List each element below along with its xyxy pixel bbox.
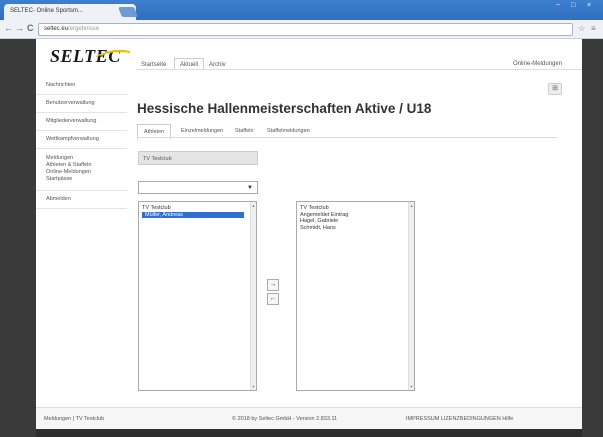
footer: Meldungen | TV Testclub © 2018 by Seltec… [36,407,582,429]
url-path: /ergebnisse [68,26,100,32]
scroll-down-icon[interactable]: ▼ [409,384,414,389]
list-item-selected[interactable]: Müller, Andreas [142,211,244,218]
page-right-margin [582,39,603,437]
athlete-filter-select[interactable]: ▼ [138,181,258,194]
browser-tab[interactable]: SELTEC- Online Sportsm... × [4,4,136,20]
online-meldungen-link[interactable]: Online-Meldungen [513,61,562,67]
list-item[interactable]: Schmidt, Hans [297,225,414,232]
sidebar-item-mitgliederverwaltung[interactable]: Mitgliederverwaltung [36,113,127,131]
sidebar: Nachrichten Benutzerverwaltung Mitgliede… [36,77,127,209]
sidebar-item-nachrichten[interactable]: Nachrichten [36,77,127,95]
team-field: TV Testclub [138,151,258,165]
page-content: SELTEC Startseite Aktuell Archiv Online-… [36,39,582,407]
tab-einzelmeldungen[interactable]: Einzelmeldungen [175,124,229,138]
bookmark-star-icon[interactable]: ☆ [578,24,585,33]
minimize-icon[interactable]: − [556,2,560,9]
footer-links[interactable]: IMPRESSUM LIZENZBEDINGUNGEN Hilfe [406,416,513,422]
scroll-up-icon[interactable]: ▲ [409,203,414,208]
sidebar-group-meldungen: Meldungen Athleten & Staffeln Online-Mel… [36,149,127,191]
move-left-button[interactable]: ← [267,293,279,305]
scroll-down-icon[interactable]: ▼ [251,384,256,389]
logo-swoosh-icon [96,49,130,57]
tab-title: SELTEC- Online Sportsm... [10,8,83,14]
sidebar-item-benutzerverwaltung[interactable]: Benutzerverwaltung [36,95,127,113]
url-domain: seltec.eu [44,26,69,32]
scroll-up-icon[interactable]: ▲ [251,203,256,208]
sidebar-item-athleten-staffeln[interactable]: Athleten & Staffeln [46,162,91,169]
new-tab-button[interactable] [118,7,138,17]
footer-copyright: © 2018 by Seltec GmbH - Version 2.833.11 [232,416,338,422]
scrollbar[interactable]: ▲ ▼ [408,202,414,390]
chevron-down-icon: ▼ [247,185,253,191]
scrollbar[interactable]: ▲ ▼ [250,202,256,390]
registered-athletes-list[interactable]: TV Testclub Angemeldet Eintrag Hagel, Ga… [296,201,415,391]
expand-icon[interactable]: ⊞ [548,83,562,95]
tab-staffeln[interactable]: Staffeln [229,124,260,138]
sidebar-item-startpaesse[interactable]: Startpässe [46,176,91,183]
sidebar-item-meldungen[interactable]: Meldungen [46,155,91,162]
back-icon[interactable]: ← [4,23,13,33]
maximize-icon[interactable]: □ [571,2,575,9]
reload-icon[interactable]: C [27,23,34,33]
move-right-button[interactable]: → [267,279,279,291]
forward-icon[interactable]: → [15,23,24,33]
footer-left: Meldungen | TV Testclub [44,416,105,422]
browser-toolbar: ← → C seltec.eu/ergebnisse ☆ ≡ [0,20,603,39]
available-athletes-list[interactable]: TV Testclub Müller, Andreas ▲ ▼ [138,201,257,391]
subtab-divider [137,137,557,138]
menu-icon[interactable]: ≡ [591,24,596,33]
page-left-margin [0,39,36,437]
page-title: Hessische Hallenmeisterschaften Aktive /… [137,101,432,116]
sidebar-item-wettkampfverwaltung[interactable]: Wettkampfverwaltung [36,131,127,149]
sidebar-item-online-meldungen[interactable]: Online-Meldungen [46,169,91,176]
tab-staffelmeldungen[interactable]: Staffelmeldungen [261,124,316,138]
move-buttons: → ← [267,279,281,307]
sidebar-item-abmelden[interactable]: Abmelden [36,191,127,209]
browser-titlebar: SELTEC- Online Sportsm... × − □ × [0,0,603,20]
close-window-icon[interactable]: × [587,2,591,9]
address-bar[interactable]: seltec.eu/ergebnisse [38,23,573,36]
topnav-divider [136,69,582,70]
